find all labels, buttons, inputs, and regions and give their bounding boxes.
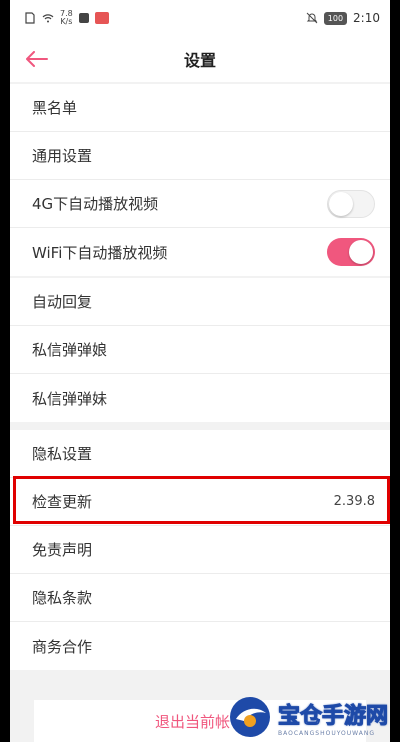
dm-dandan-mei-label: 私信弹弹妹 xyxy=(32,389,108,408)
autoplay-4g-label: 4G下自动播放视频 xyxy=(32,195,159,213)
autoplay-wifi-label: WiFi下自动播放视频 xyxy=(32,243,168,262)
watermark: 宝仓手游网 BAOCANGSHOUYOUWANG xyxy=(228,692,390,742)
status-bar: 7.8 K/s 100 2:10 xyxy=(10,0,390,36)
dm-dandan-niang-row[interactable]: 私信弹弹娘 xyxy=(10,326,390,374)
settings-group-2: 自动回复 私信弹弹娘 私信弹弹妹 xyxy=(10,278,390,422)
settings-screen: 7.8 K/s 100 2:10 设置 黑名单 通用设置 4G下自动播放视频 W… xyxy=(10,0,390,742)
privacy-settings-row[interactable]: 隐私设置 xyxy=(10,430,390,478)
privacy-settings-label: 隐私设置 xyxy=(32,445,93,463)
mute-bell-icon xyxy=(306,12,318,24)
dm-dandan-mei-row[interactable]: 私信弹弹妹 xyxy=(10,374,390,422)
network-speed-unit: K/s xyxy=(60,17,73,26)
check-update-row[interactable]: 检查更新 2.39.8 xyxy=(10,478,390,526)
disclaimer-label: 免责声明 xyxy=(32,541,93,559)
autoplay-wifi-row: WiFi下自动播放视频 xyxy=(10,228,390,276)
back-arrow-icon xyxy=(26,51,48,67)
autoplay-wifi-toggle[interactable] xyxy=(327,238,375,266)
notification-icon xyxy=(78,13,89,23)
general-settings-row[interactable]: 通用设置 xyxy=(10,132,390,180)
check-update-label: 检查更新 xyxy=(32,493,93,511)
blacklist-label: 黑名单 xyxy=(32,99,78,117)
business-cooperation-label: 商务合作 xyxy=(32,637,93,656)
version-number: 2.39.8 xyxy=(333,494,375,509)
watermark-text: 宝仓手游网 BAOCANGSHOUYOUWANG xyxy=(277,698,389,737)
clock: 2:10 xyxy=(353,11,380,25)
toggle-knob xyxy=(349,240,373,264)
privacy-terms-label: 隐私条款 xyxy=(32,589,93,607)
settings-group-1: 黑名单 通用设置 4G下自动播放视频 WiFi下自动播放视频 xyxy=(10,84,390,276)
settings-group-3: 隐私设置 检查更新 2.39.8 免责声明 隐私条款 商务合作 xyxy=(10,430,390,670)
page-title: 设置 xyxy=(183,51,216,70)
network-speed: 7.8 K/s xyxy=(60,10,73,26)
watermark-subtitle: BAOCANGSHOUYOUWANG xyxy=(278,729,376,737)
autoplay-4g-toggle[interactable] xyxy=(327,189,375,218)
sim-card-icon xyxy=(25,12,35,24)
blacklist-row[interactable]: 黑名单 xyxy=(10,84,390,132)
watermark-name: 宝仓手游网 xyxy=(277,702,389,729)
privacy-terms-row[interactable]: 隐私条款 xyxy=(10,574,390,622)
auto-reply-label: 自动回复 xyxy=(32,293,93,311)
app-notification-icon xyxy=(94,12,109,24)
dm-dandan-niang-label: 私信弹弹娘 xyxy=(32,341,108,359)
business-cooperation-row[interactable]: 商务合作 xyxy=(10,622,390,670)
status-bar-right: 100 2:10 xyxy=(306,11,380,25)
auto-reply-row[interactable]: 自动回复 xyxy=(10,278,390,326)
general-settings-label: 通用设置 xyxy=(32,147,93,165)
status-bar-left: 7.8 K/s xyxy=(24,10,109,26)
back-button[interactable] xyxy=(22,44,52,74)
disclaimer-row[interactable]: 免责声明 xyxy=(10,526,390,574)
autoplay-4g-row: 4G下自动播放视频 xyxy=(10,180,390,228)
watermark-logo-icon xyxy=(230,697,270,737)
toggle-knob xyxy=(329,191,353,216)
title-bar: 设置 xyxy=(10,36,390,82)
wifi-icon xyxy=(42,14,54,23)
battery-indicator: 100 xyxy=(323,11,348,25)
